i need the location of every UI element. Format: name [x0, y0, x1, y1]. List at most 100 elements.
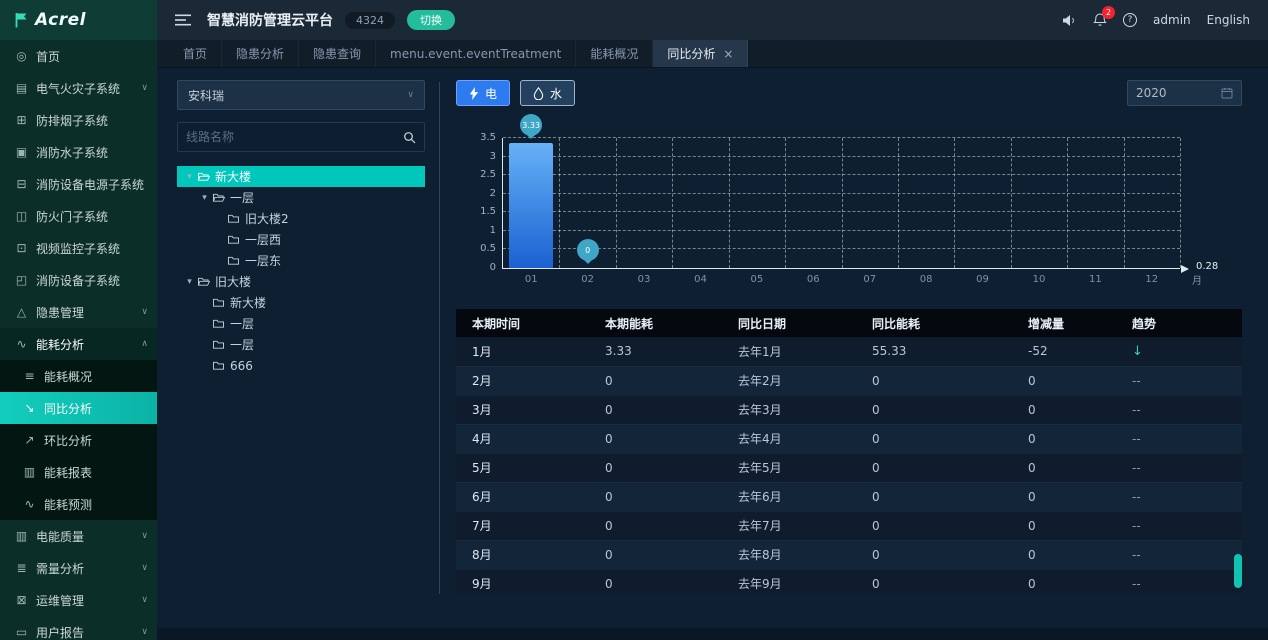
electric-toggle-button[interactable]: 电: [456, 80, 510, 106]
y-axis-label: 3.5: [480, 132, 496, 143]
organization-dropdown[interactable]: 安科瑞 ∨: [177, 80, 425, 110]
caret-down-icon[interactable]: ▾: [183, 172, 196, 182]
menu-item-label: 首页: [36, 48, 60, 65]
submenu-item-energy-forecast[interactable]: ∿能耗预测: [0, 488, 157, 520]
tree-node[interactable]: ▾新大楼: [177, 166, 425, 187]
menu-item-label: 防火门子系统: [36, 208, 108, 225]
caret-down-icon[interactable]: ▾: [198, 193, 211, 203]
lightning-icon: [469, 87, 479, 100]
y-axis-label: 0.5: [480, 243, 496, 254]
table-header-cell: 本期能耗: [589, 309, 722, 337]
analysis-panel: 电 水 2020: [440, 68, 1268, 640]
trend-flat-label: --: [1132, 432, 1141, 446]
folder-icon: [227, 213, 240, 224]
sidebar-item-energy-analysis[interactable]: ∿能耗分析∧: [0, 328, 157, 360]
grid-line: [1124, 138, 1125, 268]
x-axis-label: 09: [976, 274, 989, 285]
sidebar-item-fire-water-subsystem[interactable]: ▣消防水子系统: [0, 136, 157, 168]
user-report-icon: ▭: [14, 625, 29, 639]
tree-panel: 安科瑞 ∨ ▾新大楼▾一层旧大楼2一层西一层东▾旧大楼新大楼一层一层666: [177, 68, 425, 640]
menu-item-label: 能耗预测: [44, 496, 92, 513]
search-icon[interactable]: [403, 131, 416, 144]
energy-type-toolbar: 电 水 2020: [456, 80, 1242, 106]
tree-node[interactable]: 666: [177, 355, 425, 376]
language-switch[interactable]: English: [1207, 13, 1250, 27]
sidebar-item-fire-equipment-subsystem[interactable]: ◰消防设备子系统: [0, 264, 157, 296]
comparison-table-wrap: 本期时间本期能耗同比日期同比能耗增减量趋势 1月3.33去年1月55.33-52…: [456, 309, 1242, 594]
table-cell: --: [1116, 366, 1242, 395]
comparison-table: 本期时间本期能耗同比日期同比能耗增减量趋势 1月3.33去年1月55.33-52…: [456, 309, 1242, 594]
table-cell: 0: [856, 424, 1012, 453]
trend-flat-label: --: [1132, 374, 1141, 388]
table-cell: 3月: [456, 395, 589, 424]
sidebar-item-electrical-fire-subsystem[interactable]: ▤电气火灾子系统∨: [0, 72, 157, 104]
switch-button[interactable]: 切换: [407, 10, 455, 30]
user-name[interactable]: admin: [1153, 13, 1191, 27]
menu-collapse-icon[interactable]: [175, 14, 191, 26]
tab-label: 能耗概况: [590, 45, 638, 62]
tree-node[interactable]: 一层: [177, 313, 425, 334]
table-cell: 0: [856, 453, 1012, 482]
y-axis-label: 2.5: [480, 169, 496, 180]
table-cell: 8月: [456, 540, 589, 569]
menu-item-label: 电能质量: [36, 528, 84, 545]
tree-node[interactable]: ▾旧大楼: [177, 271, 425, 292]
sidebar-item-fire-equipment-power-subsystem[interactable]: ⊟消防设备电源子系统: [0, 168, 157, 200]
table-cell: --: [1116, 482, 1242, 511]
table-body: 1月3.33去年1月55.33-52↓2月0去年2月00--3月0去年3月00-…: [456, 337, 1242, 594]
sidebar-item-home[interactable]: ◎首页: [0, 40, 157, 72]
tab-close-icon[interactable]: ×: [723, 47, 733, 61]
caret-down-icon[interactable]: ▾: [183, 277, 196, 287]
tab-hazard-query[interactable]: 隐患查询: [299, 40, 376, 67]
tab-event-treatment[interactable]: menu.event.eventTreatment: [376, 40, 576, 67]
line-search-input[interactable]: [186, 130, 397, 144]
sidebar-item-user-report[interactable]: ▭用户报告∨: [0, 616, 157, 640]
submenu-item-energy-report[interactable]: ▥能耗报表: [0, 456, 157, 488]
data-marker: 3.33: [520, 114, 542, 136]
y-axis-label: 1.5: [480, 206, 496, 217]
tab-hazard-analysis[interactable]: 隐患分析: [222, 40, 299, 67]
tree-node[interactable]: 一层: [177, 334, 425, 355]
tree-node[interactable]: 旧大楼2: [177, 208, 425, 229]
tab-home[interactable]: 首页: [169, 40, 222, 67]
app-root: Acrel ◎首页▤电气火灾子系统∨⊞防排烟子系统▣消防水子系统⊟消防设备电源子…: [0, 0, 1268, 640]
table-cell: 0: [589, 453, 722, 482]
bottom-strip: [157, 628, 1268, 640]
tabbar: 首页隐患分析隐患查询menu.event.eventTreatment能耗概况同…: [157, 40, 1268, 68]
table-row: 4月0去年4月00--: [456, 424, 1242, 453]
mom-icon: ↗: [22, 433, 37, 447]
tree: ▾新大楼▾一层旧大楼2一层西一层东▾旧大楼新大楼一层一层666: [177, 166, 425, 640]
water-toggle-button[interactable]: 水: [520, 80, 575, 106]
submenu-item-energy-overview[interactable]: ≡能耗概况: [0, 360, 157, 392]
sidebar-item-demand-analysis[interactable]: ≣需量分析∨: [0, 552, 157, 584]
sidebar-item-smoke-control-subsystem[interactable]: ⊞防排烟子系统: [0, 104, 157, 136]
help-icon[interactable]: ?: [1123, 13, 1137, 27]
table-row: 2月0去年2月00--: [456, 366, 1242, 395]
sidebar-item-video-monitoring-subsystem[interactable]: ⊡视频监控子系统: [0, 232, 157, 264]
tree-node[interactable]: 一层东: [177, 250, 425, 271]
chevron-down-icon: ∨: [141, 531, 148, 541]
vertical-scrollbar-thumb[interactable]: [1234, 554, 1242, 588]
sidebar-item-hazard-management[interactable]: △隐患管理∨: [0, 296, 157, 328]
table-cell: 去年7月: [722, 511, 856, 540]
menu-item-label: 需量分析: [36, 560, 84, 577]
trend-flat-label: --: [1132, 490, 1141, 504]
video-monitor-icon: ⊡: [14, 241, 29, 255]
sidebar-item-power-quality[interactable]: ▥电能质量∨: [0, 520, 157, 552]
submenu-item-yoy-analysis[interactable]: ↘同比分析: [0, 392, 157, 424]
tab-energy-overview[interactable]: 能耗概况: [576, 40, 653, 67]
grid-line: [1180, 138, 1181, 268]
chevron-down-icon: ∨: [141, 83, 148, 93]
year-picker[interactable]: 2020: [1127, 80, 1242, 106]
tree-node[interactable]: 一层西: [177, 229, 425, 250]
bell-icon[interactable]: 2: [1093, 13, 1107, 27]
speaker-icon[interactable]: [1062, 14, 1077, 27]
submenu-item-mom-analysis[interactable]: ↗环比分析: [0, 424, 157, 456]
tree-node[interactable]: ▾一层: [177, 187, 425, 208]
tab-yoy-analysis[interactable]: 同比分析 ×: [653, 40, 748, 67]
tree-node[interactable]: 新大楼: [177, 292, 425, 313]
sidebar-item-fire-door-subsystem[interactable]: ◫防火门子系统: [0, 200, 157, 232]
menu-item-label: 能耗分析: [36, 336, 84, 353]
sidebar-item-operation-management[interactable]: ⊠运维管理∨: [0, 584, 157, 616]
tab-label: 同比分析: [667, 45, 715, 62]
